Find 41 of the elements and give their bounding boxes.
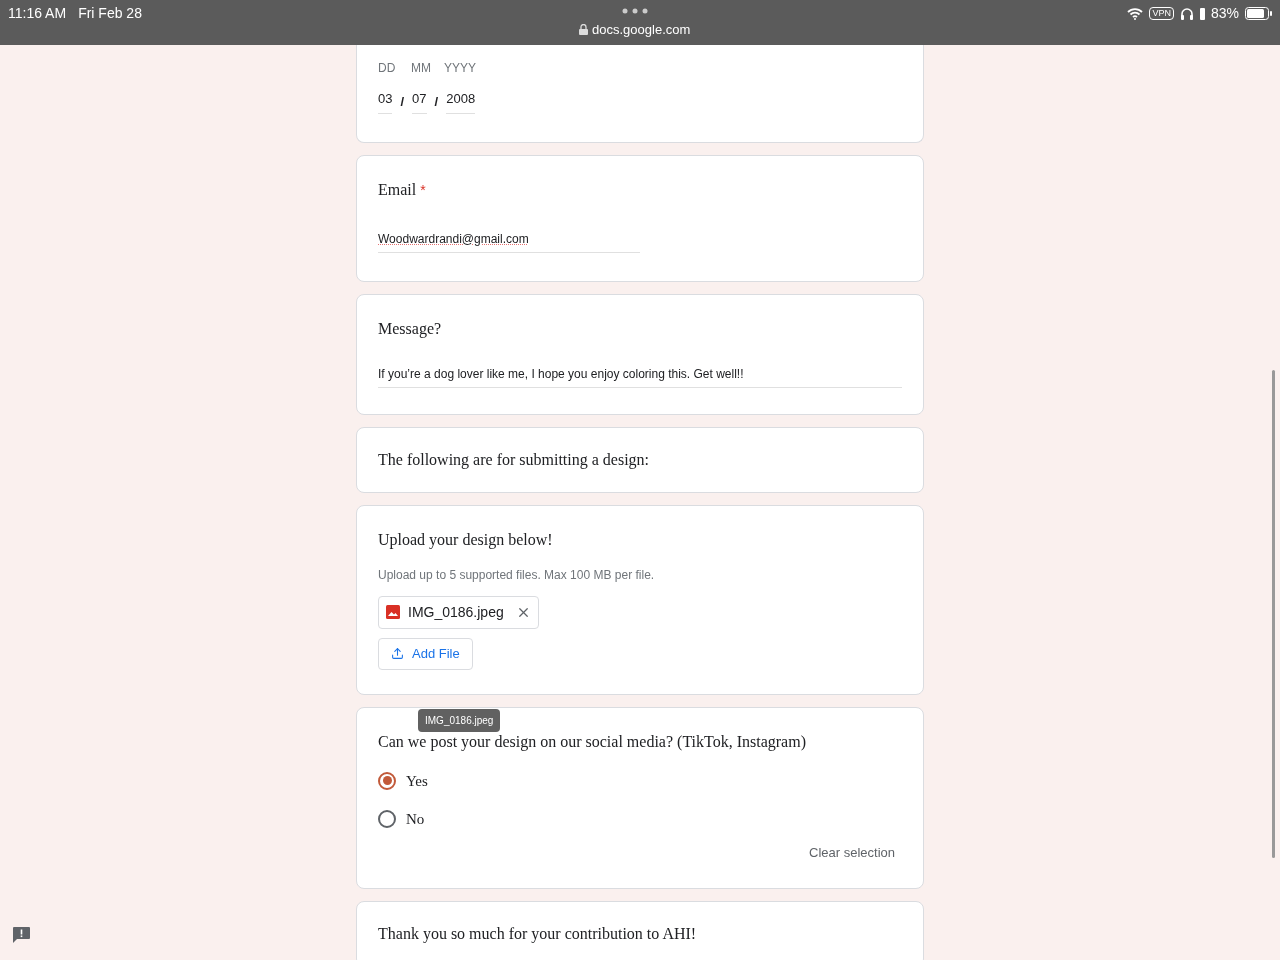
battery-icon (1245, 7, 1272, 20)
required-asterisk: * (420, 180, 426, 200)
wifi-icon (1127, 7, 1144, 20)
vpn-badge: VPN (1149, 7, 1174, 20)
answer-field[interactable]: If you’re a dog lover like me, I hope you enjoy coloring this. Get well!! (378, 364, 902, 388)
headphones-icon (1179, 7, 1194, 20)
option-label: No (406, 810, 425, 829)
option-label: Yes (406, 771, 428, 791)
radio-button[interactable] (378, 810, 396, 829)
status-date: Fri Feb 28 (78, 4, 142, 23)
question-title: Message? (378, 318, 442, 340)
tooltip: IMG_0186.jpeg (418, 708, 501, 732)
date-input-field[interactable]: 07 (412, 89, 427, 114)
status-time: 11:16 AM (8, 4, 67, 23)
date-separator: / (400, 92, 405, 111)
clear-selection-button[interactable]: Clear selection (809, 842, 895, 862)
feedback-icon[interactable] (12, 926, 31, 944)
section-text: The following are for submitting a design: (378, 450, 650, 468)
lock-icon (579, 24, 589, 36)
question-title: Email (378, 179, 417, 200)
question-title: Can we post your design on our social media? (TikTok, Instagram) (378, 731, 807, 753)
upload-hint: Upload up to 5 supported files. Max 100 MB per file. (378, 566, 656, 584)
url-text[interactable]: docs.google.com (592, 20, 691, 40)
image-file-icon (386, 605, 400, 619)
date-part-label: MM (411, 60, 428, 77)
section-text: Thank you so much for your contribution to AHI! (378, 925, 697, 942)
battery-percent: 83% (1210, 4, 1239, 23)
question-title: Upload your design below! (378, 529, 554, 551)
more-dots-icon (621, 8, 648, 14)
scrollbar[interactable] (1272, 370, 1275, 858)
answer-field[interactable]: Woodwardrandi@gmail.com (378, 229, 640, 253)
date-input-field[interactable]: 03 (378, 89, 393, 114)
signal-icon (1199, 7, 1205, 20)
date-input-field[interactable]: 2008 (446, 89, 476, 114)
radio-button[interactable] (378, 771, 396, 790)
file-chip[interactable]: IMG_0186.jpeg (378, 595, 539, 629)
add-file-button[interactable]: Add File (378, 637, 473, 670)
date-part-label: YYYY (444, 60, 476, 77)
date-separator: / (434, 92, 439, 111)
upload-icon (391, 647, 404, 660)
date-part-label: DD (378, 60, 395, 77)
